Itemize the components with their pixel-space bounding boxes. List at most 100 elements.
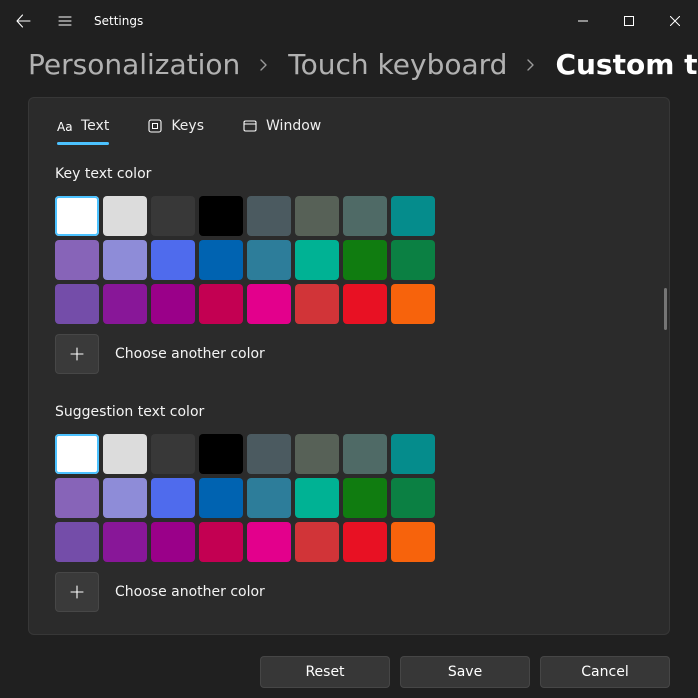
tab-keys[interactable]: Keys: [147, 112, 204, 144]
window-icon: [242, 118, 258, 134]
save-button-label: Save: [448, 664, 482, 680]
breadcrumb: Personalization Touch keyboard Custom th…: [0, 42, 698, 95]
color-swatch[interactable]: [343, 240, 387, 280]
color-swatch[interactable]: [343, 284, 387, 324]
color-swatch[interactable]: [103, 522, 147, 562]
choose-color-label: Choose another color: [115, 346, 265, 362]
caption-buttons: [560, 6, 698, 36]
suggestion-text-color-palette: [55, 434, 435, 562]
color-swatch[interactable]: [391, 434, 435, 474]
color-swatch[interactable]: [247, 284, 291, 324]
color-swatch[interactable]: [391, 522, 435, 562]
color-swatch[interactable]: [199, 478, 243, 518]
color-swatch[interactable]: [103, 284, 147, 324]
nav-menu-button[interactable]: [48, 4, 82, 38]
color-swatch[interactable]: [295, 522, 339, 562]
color-swatch[interactable]: [151, 240, 195, 280]
back-arrow-icon: [15, 13, 31, 29]
color-swatch[interactable]: [247, 478, 291, 518]
color-swatch[interactable]: [295, 196, 339, 236]
color-swatch[interactable]: [295, 434, 339, 474]
color-swatch[interactable]: [199, 284, 243, 324]
chevron-right-icon: [525, 59, 537, 71]
color-swatch[interactable]: [55, 522, 99, 562]
settings-card-inner: Aa Text Keys Window Key text color: [29, 98, 669, 634]
tab-keys-label: Keys: [171, 118, 204, 134]
color-swatch[interactable]: [151, 478, 195, 518]
color-swatch[interactable]: [391, 478, 435, 518]
breadcrumb-item-current: Custom theme: [555, 48, 698, 81]
suggestion-text-color-label: Suggestion text color: [55, 404, 643, 420]
tab-text-label: Text: [81, 118, 109, 134]
color-swatch[interactable]: [247, 434, 291, 474]
window-title: Settings: [94, 14, 143, 28]
color-swatch[interactable]: [247, 522, 291, 562]
color-swatch[interactable]: [391, 196, 435, 236]
color-swatch[interactable]: [55, 284, 99, 324]
reset-button-label: Reset: [305, 664, 344, 680]
title-bar: Settings: [0, 0, 698, 42]
color-swatch[interactable]: [295, 284, 339, 324]
key-text-color-label: Key text color: [55, 166, 643, 182]
breadcrumb-item-personalization[interactable]: Personalization: [28, 48, 240, 81]
minimize-button[interactable]: [560, 6, 606, 36]
suggestion-text-choose-row: Choose another color: [55, 572, 643, 612]
reset-button[interactable]: Reset: [260, 656, 390, 688]
color-swatch[interactable]: [55, 434, 99, 474]
color-swatch[interactable]: [391, 284, 435, 324]
maximize-button[interactable]: [606, 6, 652, 36]
cancel-button-label: Cancel: [581, 664, 628, 680]
color-swatch[interactable]: [199, 522, 243, 562]
choose-color-label: Choose another color: [115, 584, 265, 600]
choose-color-button[interactable]: [55, 572, 99, 612]
color-swatch[interactable]: [199, 240, 243, 280]
color-swatch[interactable]: [103, 434, 147, 474]
cancel-button[interactable]: Cancel: [540, 656, 670, 688]
color-swatch[interactable]: [103, 240, 147, 280]
color-swatch[interactable]: [199, 196, 243, 236]
color-swatch[interactable]: [343, 478, 387, 518]
tab-text[interactable]: Aa Text: [57, 112, 109, 144]
settings-card: Aa Text Keys Window Key text color: [28, 97, 670, 635]
close-icon: [670, 16, 680, 26]
back-button[interactable]: [6, 4, 40, 38]
color-swatch[interactable]: [103, 478, 147, 518]
title-bar-left: Settings: [6, 4, 143, 38]
color-swatch[interactable]: [295, 478, 339, 518]
tab-window[interactable]: Window: [242, 112, 321, 144]
choose-color-button[interactable]: [55, 334, 99, 374]
color-swatch[interactable]: [295, 240, 339, 280]
color-swatch[interactable]: [151, 434, 195, 474]
hamburger-icon: [57, 13, 73, 29]
color-swatch[interactable]: [199, 434, 243, 474]
key-text-choose-row: Choose another color: [55, 334, 643, 374]
color-swatch[interactable]: [55, 478, 99, 518]
color-swatch[interactable]: [343, 434, 387, 474]
color-swatch[interactable]: [343, 522, 387, 562]
color-swatch[interactable]: [55, 196, 99, 236]
text-icon: Aa: [57, 118, 73, 134]
maximize-icon: [624, 16, 634, 26]
keys-icon: [147, 118, 163, 134]
close-button[interactable]: [652, 6, 698, 36]
color-swatch[interactable]: [55, 240, 99, 280]
breadcrumb-item-touch-keyboard[interactable]: Touch keyboard: [288, 48, 507, 81]
tab-window-label: Window: [266, 118, 321, 134]
color-swatch[interactable]: [103, 196, 147, 236]
scrollbar-thumb[interactable]: [664, 288, 667, 330]
color-swatch[interactable]: [343, 196, 387, 236]
color-swatch[interactable]: [247, 196, 291, 236]
color-swatch[interactable]: [151, 196, 195, 236]
key-text-color-palette: [55, 196, 435, 324]
svg-text:Aa: Aa: [57, 120, 73, 133]
plus-icon: [70, 347, 84, 361]
color-swatch[interactable]: [151, 284, 195, 324]
color-swatch[interactable]: [391, 240, 435, 280]
footer: Reset Save Cancel: [28, 646, 670, 698]
tabs: Aa Text Keys Window: [55, 108, 643, 144]
minimize-icon: [578, 16, 588, 26]
color-swatch[interactable]: [247, 240, 291, 280]
plus-icon: [70, 585, 84, 599]
color-swatch[interactable]: [151, 522, 195, 562]
save-button[interactable]: Save: [400, 656, 530, 688]
